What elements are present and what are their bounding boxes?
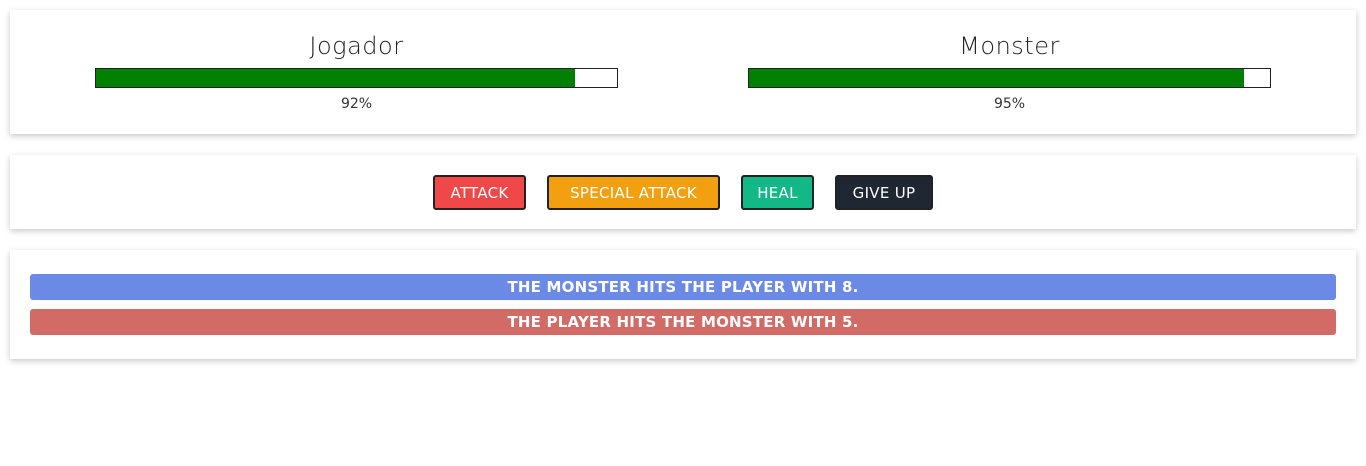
attack-button[interactable]: ATTACK [433, 175, 526, 210]
action-buttons: ATTACK SPECIAL ATTACK HEAL GIVE UP [10, 175, 1356, 210]
monster-name: Monster [959, 32, 1060, 60]
player-name: Jogador [309, 32, 404, 60]
log-entry-player-hit: THE PLAYER HITS THE MONSTER WITH 5. [30, 309, 1336, 335]
give-up-button[interactable]: GIVE UP [835, 175, 933, 210]
monster-healthbar [748, 68, 1271, 88]
player-score: Jogador 92% [95, 10, 618, 112]
log-entry-monster-hit: THE MONSTER HITS THE PLAYER WITH 8. [30, 274, 1336, 300]
scores-panel: Jogador 92% Monster 95% [10, 10, 1356, 134]
battle-log: THE MONSTER HITS THE PLAYER WITH 8. THE … [30, 274, 1336, 344]
player-healthbar [95, 68, 618, 88]
battle-log-panel: THE MONSTER HITS THE PLAYER WITH 8. THE … [10, 250, 1356, 359]
monster-healthbar-fill [749, 69, 1244, 87]
special-attack-button[interactable]: SPECIAL ATTACK [547, 175, 720, 210]
player-health-percent: 92% [340, 96, 373, 112]
heal-button[interactable]: HEAL [741, 175, 814, 210]
player-healthbar-fill [96, 69, 576, 87]
controls-panel: ATTACK SPECIAL ATTACK HEAL GIVE UP [10, 155, 1356, 229]
monster-score: Monster 95% [748, 10, 1271, 112]
monster-health-percent: 95% [993, 96, 1026, 112]
